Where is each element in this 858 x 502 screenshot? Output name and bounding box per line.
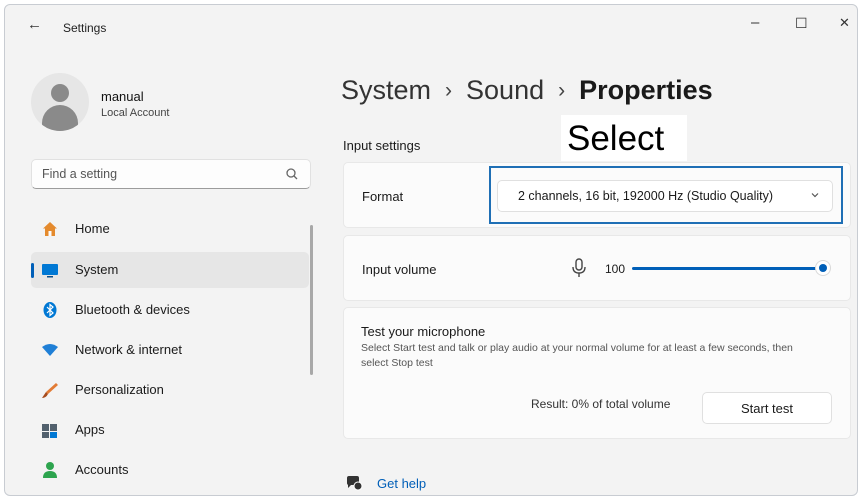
- title-bar: ← Settings – ☐ ✕: [5, 5, 857, 45]
- minimize-button[interactable]: –: [751, 15, 759, 31]
- format-label: Format: [362, 189, 404, 204]
- sidebar-item-label: Home: [75, 221, 110, 236]
- sidebar-item-apps[interactable]: Apps: [31, 412, 309, 448]
- active-indicator: [31, 263, 34, 278]
- window-title: Settings: [63, 21, 107, 35]
- sidebar-item-accounts[interactable]: Accounts: [31, 452, 309, 488]
- volume-slider-track[interactable]: [632, 267, 822, 270]
- avatar-body: [42, 105, 78, 131]
- breadcrumb: System › Sound › Properties: [341, 75, 713, 106]
- back-arrow-icon[interactable]: ←: [27, 17, 42, 33]
- sidebar-item-label: Accounts: [75, 462, 129, 477]
- accounts-icon: [43, 462, 57, 478]
- sidebar-item-label: System: [75, 262, 119, 277]
- bluetooth-icon: [43, 302, 57, 318]
- maximize-button[interactable]: ☐: [795, 15, 808, 31]
- sidebar-item-personalization[interactable]: Personalization: [31, 372, 309, 408]
- annotation-label: Select: [561, 115, 687, 161]
- input-volume-label: Input volume: [362, 262, 437, 277]
- volume-slider-thumb[interactable]: [816, 261, 830, 275]
- help-icon: [346, 476, 363, 491]
- sidebar-item-home[interactable]: Home: [31, 211, 309, 247]
- avatar-head: [51, 84, 69, 102]
- format-dropdown[interactable]: 2 channels, 16 bit, 192000 Hz (Studio Qu…: [497, 180, 833, 212]
- sidebar-scrollbar[interactable]: [310, 225, 313, 375]
- breadcrumb-separator: ›: [445, 79, 453, 102]
- brush-icon: [42, 383, 58, 398]
- chevron-down-icon: [811, 193, 819, 198]
- system-icon: [42, 264, 58, 278]
- search-input[interactable]: Find a setting: [31, 159, 311, 189]
- profile-name: manual: [101, 89, 144, 104]
- breadcrumb-separator: ›: [558, 79, 566, 102]
- sidebar-item-label: Bluetooth & devices: [75, 302, 190, 317]
- test-description: Select Start test and talk or play audio…: [361, 342, 793, 369]
- profile-account-type: Local Account: [101, 107, 170, 119]
- input-volume-value: 100: [605, 262, 626, 276]
- breadcrumb-item-system[interactable]: System: [341, 75, 431, 105]
- search-icon[interactable]: [284, 166, 300, 182]
- sidebar-item-bluetooth[interactable]: Bluetooth & devices: [31, 292, 309, 328]
- breadcrumb-item-sound[interactable]: Sound: [466, 75, 544, 105]
- test-result: Result: 0% of total volume: [531, 397, 671, 411]
- home-icon: [43, 222, 57, 236]
- format-value: 2 channels, 16 bit, 192000 Hz (Studio Qu…: [518, 189, 774, 203]
- avatar[interactable]: [31, 73, 89, 131]
- microphone-icon[interactable]: [571, 258, 587, 278]
- settings-window: ← Settings – ☐ ✕ manual Local Account Fi…: [4, 4, 858, 496]
- sidebar-item-label: Network & internet: [75, 342, 182, 357]
- search-placeholder: Find a setting: [42, 167, 118, 181]
- sidebar-item-network[interactable]: Network & internet: [31, 332, 309, 368]
- start-test-button[interactable]: Start test: [702, 392, 832, 424]
- network-icon: [42, 344, 58, 356]
- annotation-text: Select: [567, 119, 665, 158]
- apps-icon: [42, 424, 57, 438]
- test-title: Test your microphone: [361, 324, 486, 339]
- close-button[interactable]: ✕: [839, 15, 850, 31]
- sidebar-item-system[interactable]: System: [31, 252, 309, 288]
- section-title: Input settings: [343, 138, 421, 153]
- sidebar-item-label: Personalization: [75, 382, 164, 397]
- get-help-link[interactable]: Get help: [377, 476, 426, 491]
- sidebar-item-label: Apps: [75, 422, 105, 437]
- page-title: Properties: [579, 75, 713, 105]
